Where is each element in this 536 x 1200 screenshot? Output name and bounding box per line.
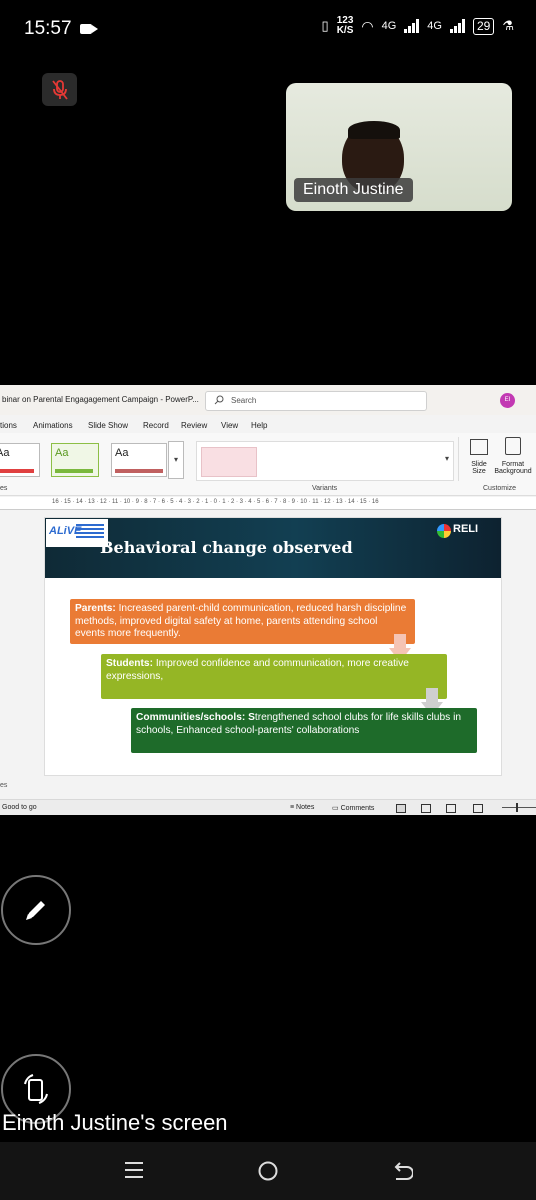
screen-share-caption: Einoth Justine's screen <box>2 1110 228 1135</box>
mic-off-icon <box>51 79 68 100</box>
search-placeholder: Search <box>231 396 257 405</box>
notes-left-label: es <box>0 782 8 789</box>
alive-logo: ALiVE <box>46 519 108 547</box>
themes-more-button[interactable]: ▾ <box>168 441 184 479</box>
ruler-ticks: 16 · 15 · 14 · 13 · 12 · 11 · 10 · 9 · 8… <box>52 499 379 505</box>
theme-option-1[interactable]: Aa <box>0 443 40 477</box>
wifi-icon: ◠ <box>361 17 374 34</box>
status-text: Good to go <box>2 804 37 811</box>
variants-more-icon[interactable]: ▾ <box>445 454 449 463</box>
annotate-button[interactable] <box>1 875 71 945</box>
tab-transitions[interactable]: tions <box>0 421 17 430</box>
recent-apps-icon[interactable] <box>124 1160 144 1180</box>
tab-review[interactable]: Review <box>181 421 207 430</box>
format-background-button[interactable]: Format Background <box>490 461 536 475</box>
reading-view-icon[interactable] <box>446 804 456 813</box>
box-text: Increased parent-child communication, re… <box>75 603 407 640</box>
network-speed-unit: K/S <box>336 25 354 36</box>
status-time: 15:57 <box>24 18 72 39</box>
slide-header: ALiVE RELI Behavioral change observed <box>45 518 501 578</box>
notes-button-label: Notes <box>296 804 315 811</box>
flask-icon: ⚗ <box>502 18 514 33</box>
theme-label: Aa <box>0 447 10 459</box>
ribbon-tabs: tions Animations Slide Show Record Revie… <box>0 415 536 433</box>
pencil-icon <box>26 901 45 920</box>
search-input[interactable]: Search <box>205 391 427 411</box>
tab-animations[interactable]: Animations <box>33 421 73 430</box>
zoom-slider-thumb[interactable] <box>516 803 518 812</box>
theme-label: Aa <box>115 447 129 459</box>
ruler: 16 · 15 · 14 · 13 · 12 · 11 · 10 · 9 · 8… <box>0 497 536 510</box>
comments-button-label: Comments <box>340 805 375 812</box>
user-avatar[interactable]: EI <box>500 393 515 408</box>
tab-record[interactable]: Record <box>143 421 169 430</box>
parents-box: Parents: Increased parent-child communic… <box>70 599 415 644</box>
slide-canvas[interactable]: ALiVE RELI Behavioral change observed Pa… <box>44 517 502 776</box>
video-camera-icon <box>80 24 98 34</box>
home-icon[interactable] <box>257 1160 279 1182</box>
slide-size-icon <box>470 439 488 455</box>
comments-button[interactable]: ▭ Comments <box>332 804 374 812</box>
normal-view-icon[interactable] <box>396 804 406 813</box>
theme-color-bar <box>115 469 163 473</box>
rotate-icon <box>24 1074 48 1104</box>
signal-label-1: 4G <box>381 20 397 32</box>
signal-bars-icon <box>449 19 465 33</box>
notes-button[interactable]: ≡ Notes <box>290 804 314 811</box>
slide-sorter-icon[interactable] <box>421 804 431 813</box>
participant-name: Einoth Justine <box>294 178 413 202</box>
variant-thumbnail[interactable] <box>201 447 257 477</box>
ppt-status-bar: Good to go ≡ Notes ▭ Comments <box>0 799 536 815</box>
box-label: Communities/schools: S <box>136 712 255 723</box>
document-title: binar on Parental Engagagement Campaign … <box>2 395 199 404</box>
ppt-titlebar: binar on Parental Engagagement Campaign … <box>0 385 536 415</box>
alive-logo-text: ALiVE <box>49 525 82 537</box>
back-icon[interactable] <box>391 1160 413 1182</box>
network-speed: 123 K/S <box>337 16 354 36</box>
variants-group-label: Variants <box>312 485 338 492</box>
tab-help[interactable]: Help <box>251 421 267 430</box>
theme-color-bar <box>55 469 93 473</box>
ribbon: Aa Aa Aa ▾ ▾ es Variants Customize Slide… <box>0 433 536 496</box>
presenter-view-icon[interactable] <box>473 804 483 813</box>
search-icon <box>214 395 224 405</box>
students-box: Students: Improved confidence and commun… <box>101 654 447 699</box>
customize-group-label: Customize <box>483 485 517 492</box>
theme-color-bar <box>0 469 34 473</box>
tab-slide-show[interactable]: Slide Show <box>88 421 128 430</box>
box-label: Students: <box>106 658 153 669</box>
signal-label-2: 4G <box>427 20 442 32</box>
format-background-icon <box>505 437 521 455</box>
slide-title: Behavioral change observed <box>100 538 353 557</box>
status-icons: ▯ 123 K/S ◠ 4G 4G 29 ⚗ <box>322 16 514 36</box>
themes-group-label: es <box>0 485 8 492</box>
communities-box: Communities/schools: Strengthened school… <box>131 708 477 753</box>
theme-option-3[interactable]: Aa <box>111 443 167 477</box>
signal-bars-icon <box>404 19 420 33</box>
box-label: Parents: <box>75 603 116 614</box>
battery-level: 29 <box>472 17 495 35</box>
participant-video-tile[interactable]: Einoth Justine <box>286 83 512 211</box>
participant-hair <box>348 121 400 139</box>
zoom-slider[interactable] <box>502 807 536 808</box>
ribbon-divider <box>458 437 459 481</box>
reli-logo-text: RELI <box>453 523 479 535</box>
variants-gallery[interactable]: ▾ <box>196 441 454 481</box>
tab-view[interactable]: View <box>221 421 238 430</box>
vibrate-icon: ▯ <box>321 18 329 33</box>
reli-logo: RELI <box>435 521 497 543</box>
mic-muted-button[interactable] <box>42 73 77 106</box>
theme-option-2[interactable]: Aa <box>51 443 99 477</box>
shared-screen[interactable]: binar on Parental Engagagement Campaign … <box>0 385 536 815</box>
notes-area[interactable]: es <box>0 780 536 794</box>
theme-label: Aa <box>55 447 69 459</box>
android-nav-bar <box>0 1142 536 1200</box>
